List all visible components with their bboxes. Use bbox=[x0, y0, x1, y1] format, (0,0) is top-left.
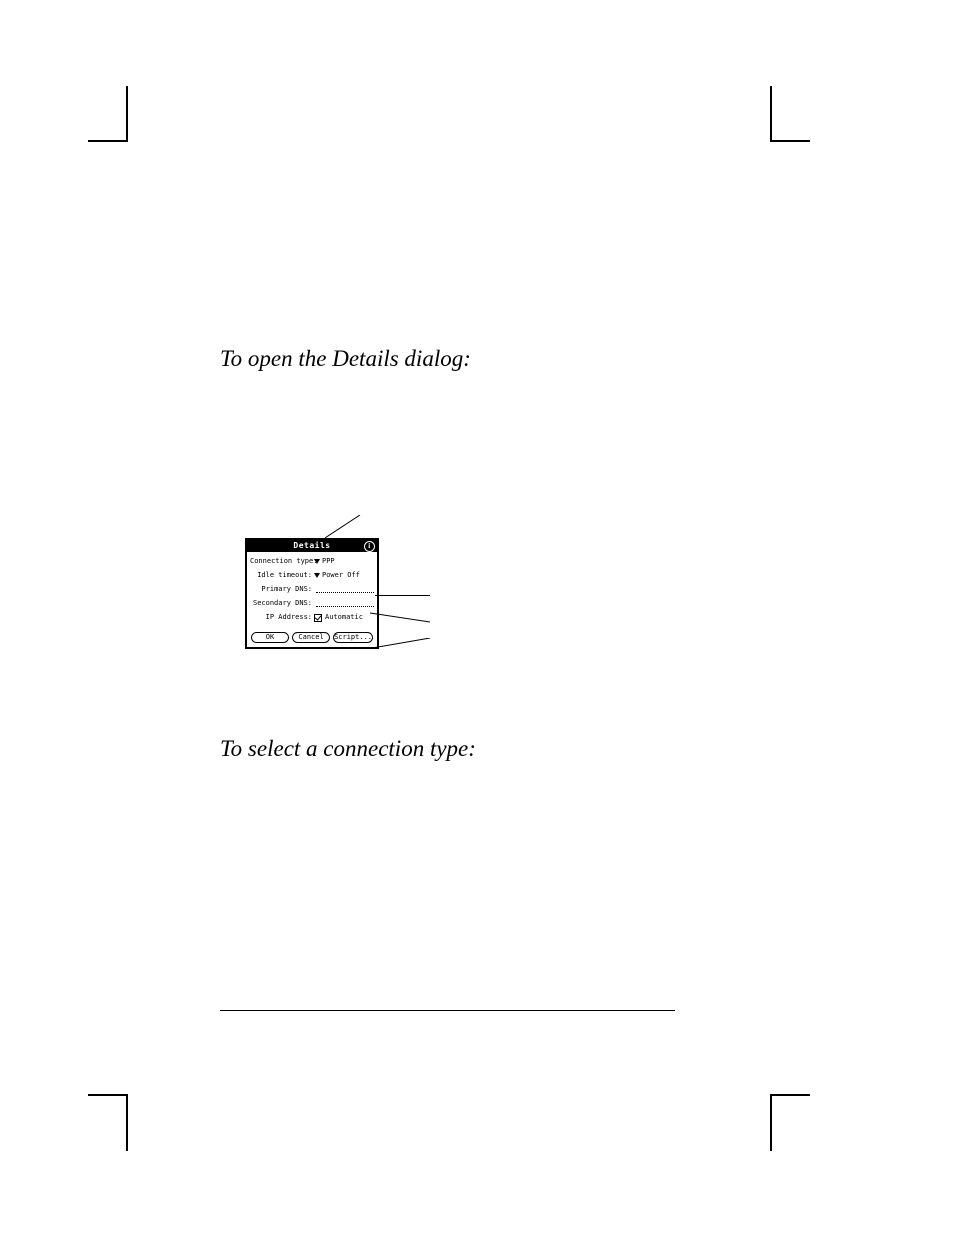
checkbox-automatic[interactable] bbox=[314, 614, 322, 622]
row-idle-timeout: Idle timeout: Power Off bbox=[250, 570, 374, 581]
dialog-buttons: OK Cancel Script... bbox=[247, 632, 377, 647]
dotted-input bbox=[316, 600, 374, 607]
value-ip-address[interactable]: Automatic bbox=[314, 614, 374, 622]
crop-mark bbox=[770, 1096, 772, 1151]
row-ip-address: IP Address: Automatic bbox=[250, 612, 374, 623]
dropdown-icon bbox=[314, 573, 320, 578]
heading-select-connection: To select a connection type: bbox=[220, 735, 476, 763]
crop-mark bbox=[770, 140, 810, 142]
crop-mark bbox=[126, 86, 128, 141]
crop-mark bbox=[88, 140, 128, 142]
heading-open-details: To open the Details dialog: bbox=[220, 345, 720, 373]
label-idle-timeout: Idle timeout: bbox=[250, 572, 314, 579]
dotted-input bbox=[316, 586, 374, 593]
value-connection-type[interactable]: PPP bbox=[314, 558, 374, 565]
connection-type-value: PPP bbox=[322, 558, 335, 565]
dialog-title: Details bbox=[293, 542, 330, 550]
dropdown-icon bbox=[314, 559, 320, 564]
crop-mark bbox=[770, 1094, 810, 1096]
value-primary-dns[interactable] bbox=[314, 586, 374, 593]
row-primary-dns: Primary DNS: bbox=[250, 584, 374, 595]
callout-line bbox=[370, 600, 430, 630]
idle-timeout-value: Power Off bbox=[322, 572, 360, 579]
row-secondary-dns: Secondary DNS: bbox=[250, 598, 374, 609]
details-dialog: Details i Connection type: PPP Idle time… bbox=[245, 538, 379, 649]
ok-button[interactable]: OK bbox=[251, 632, 289, 643]
footer-divider bbox=[220, 1010, 675, 1011]
info-icon[interactable]: i bbox=[364, 541, 375, 552]
label-secondary-dns: Secondary DNS: bbox=[250, 600, 314, 607]
cancel-button[interactable]: Cancel bbox=[292, 632, 330, 643]
value-secondary-dns[interactable] bbox=[314, 600, 374, 607]
label-ip-address: IP Address: bbox=[250, 614, 314, 621]
crop-mark bbox=[88, 1094, 128, 1096]
dialog-titlebar: Details i bbox=[247, 540, 377, 552]
ip-address-value: Automatic bbox=[325, 614, 363, 621]
crop-mark bbox=[126, 1096, 128, 1151]
label-connection-type: Connection type: bbox=[250, 558, 314, 565]
callout-line bbox=[372, 638, 432, 668]
value-idle-timeout[interactable]: Power Off bbox=[314, 572, 374, 579]
crop-mark bbox=[770, 86, 772, 141]
callout-line bbox=[375, 595, 430, 596]
row-connection-type: Connection type: PPP bbox=[250, 556, 374, 567]
label-primary-dns: Primary DNS: bbox=[250, 586, 314, 593]
script-button[interactable]: Script... bbox=[333, 632, 373, 643]
